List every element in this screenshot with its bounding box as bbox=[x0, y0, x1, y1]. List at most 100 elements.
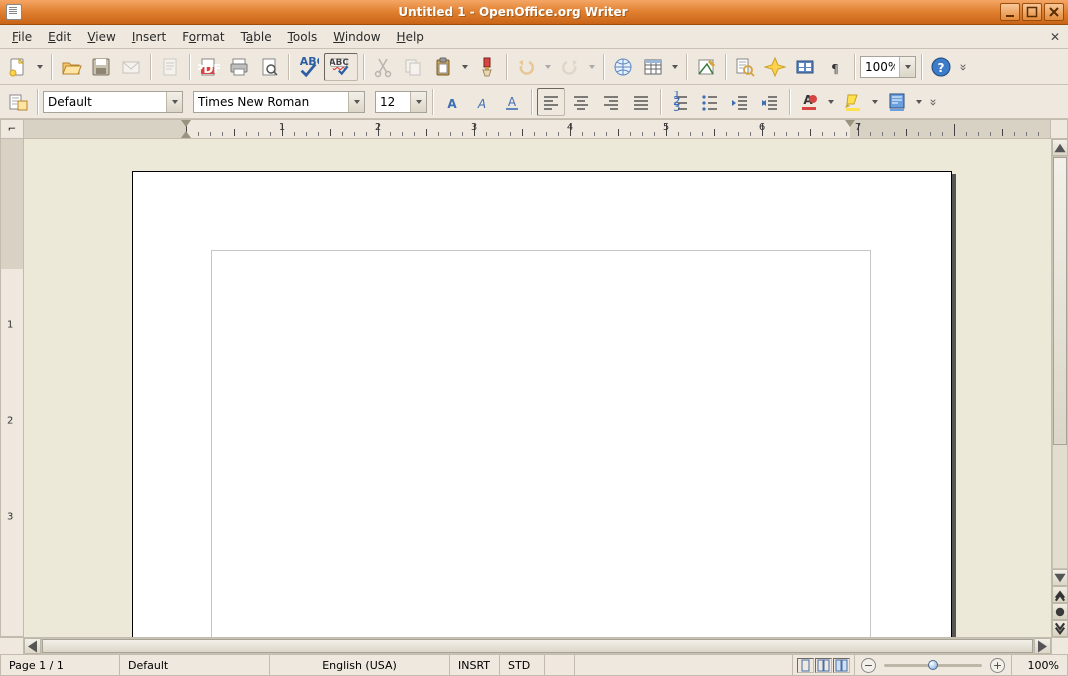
zoom-slider[interactable] bbox=[878, 655, 988, 675]
status-zoom[interactable]: 100% bbox=[1012, 655, 1068, 676]
save-button[interactable] bbox=[87, 53, 115, 81]
styles-button[interactable] bbox=[4, 88, 32, 116]
toolbar-options[interactable] bbox=[957, 53, 969, 81]
vscroll-track[interactable] bbox=[1052, 156, 1068, 569]
bold-button[interactable]: A bbox=[438, 88, 466, 116]
hscroll-thumb[interactable] bbox=[42, 639, 1033, 653]
nonprinting-button[interactable]: ¶ bbox=[821, 53, 849, 81]
menu-edit[interactable]: Edit bbox=[40, 27, 79, 47]
font-color-button[interactable]: A bbox=[795, 88, 823, 116]
hyperlink-button[interactable] bbox=[609, 53, 637, 81]
menu-file[interactable]: File bbox=[4, 27, 40, 47]
status-language[interactable]: English (USA) bbox=[270, 655, 450, 676]
align-justify-button[interactable] bbox=[627, 88, 655, 116]
maximize-button[interactable] bbox=[1022, 3, 1042, 21]
zoom-slider-knob[interactable] bbox=[928, 660, 938, 670]
undo-dropdown[interactable] bbox=[542, 53, 554, 81]
mail-button[interactable] bbox=[117, 53, 145, 81]
status-page[interactable]: Page 1 / 1 bbox=[0, 655, 120, 676]
menu-insert[interactable]: Insert bbox=[124, 27, 174, 47]
menu-table[interactable]: Table bbox=[233, 27, 280, 47]
paste-button[interactable] bbox=[429, 53, 457, 81]
zoom-out-button[interactable]: − bbox=[861, 658, 876, 673]
next-page-button[interactable] bbox=[1052, 620, 1068, 637]
doc-close-icon[interactable]: ✕ bbox=[1046, 30, 1064, 44]
italic-button[interactable]: A bbox=[468, 88, 496, 116]
menu-format[interactable]: Format bbox=[174, 27, 232, 47]
format-toolbar-options[interactable] bbox=[927, 88, 939, 116]
prev-page-button[interactable] bbox=[1052, 586, 1068, 603]
status-modified[interactable] bbox=[545, 655, 575, 676]
cut-button[interactable] bbox=[369, 53, 397, 81]
redo-dropdown[interactable] bbox=[586, 53, 598, 81]
font-color-dropdown[interactable] bbox=[825, 88, 837, 116]
paragraph-style-dropdown[interactable] bbox=[166, 92, 182, 112]
font-name-input[interactable] bbox=[194, 92, 348, 112]
draw-button[interactable] bbox=[692, 53, 720, 81]
vertical-scrollbar[interactable] bbox=[1051, 139, 1068, 637]
zoom-input[interactable] bbox=[861, 57, 899, 77]
document-canvas[interactable] bbox=[24, 139, 1051, 637]
minimize-button[interactable] bbox=[1000, 3, 1020, 21]
bg-color-button[interactable] bbox=[883, 88, 911, 116]
navigator-button[interactable] bbox=[761, 53, 789, 81]
highlight-dropdown[interactable] bbox=[869, 88, 881, 116]
table-button[interactable] bbox=[639, 53, 667, 81]
increase-indent-button[interactable] bbox=[756, 88, 784, 116]
copy-button[interactable] bbox=[399, 53, 427, 81]
status-style[interactable]: Default bbox=[120, 655, 270, 676]
book-view[interactable] bbox=[833, 658, 850, 673]
multi-page-view[interactable] bbox=[815, 658, 832, 673]
close-button[interactable] bbox=[1044, 3, 1064, 21]
horizontal-ruler[interactable]: 1234567 bbox=[24, 119, 1051, 139]
edit-file-button[interactable] bbox=[156, 53, 184, 81]
align-center-button[interactable] bbox=[567, 88, 595, 116]
gallery-button[interactable] bbox=[791, 53, 819, 81]
bullet-list-button[interactable] bbox=[696, 88, 724, 116]
zoom-combo[interactable] bbox=[860, 56, 916, 78]
font-size-dropdown[interactable] bbox=[410, 92, 426, 112]
new-button[interactable] bbox=[4, 53, 32, 81]
spellcheck-button[interactable]: ABC bbox=[294, 53, 322, 81]
font-size-input[interactable] bbox=[376, 92, 410, 112]
scroll-up-button[interactable] bbox=[1052, 139, 1068, 156]
hscroll-track[interactable] bbox=[41, 638, 1034, 654]
menu-tools[interactable]: Tools bbox=[280, 27, 326, 47]
table-dropdown[interactable] bbox=[669, 53, 681, 81]
open-button[interactable] bbox=[57, 53, 85, 81]
vertical-ruler[interactable]: 123 bbox=[0, 139, 24, 637]
scroll-down-button[interactable] bbox=[1052, 569, 1068, 586]
paste-dropdown[interactable] bbox=[459, 53, 471, 81]
preview-button[interactable] bbox=[255, 53, 283, 81]
highlight-button[interactable] bbox=[839, 88, 867, 116]
font-name-dropdown[interactable] bbox=[348, 92, 364, 112]
paragraph-style-combo[interactable] bbox=[43, 91, 183, 113]
scroll-right-button[interactable] bbox=[1034, 638, 1051, 654]
font-name-combo[interactable] bbox=[193, 91, 365, 113]
zoom-dropdown[interactable] bbox=[899, 57, 915, 77]
decrease-indent-button[interactable] bbox=[726, 88, 754, 116]
single-page-view[interactable] bbox=[797, 658, 814, 673]
redo-button[interactable] bbox=[556, 53, 584, 81]
print-button[interactable] bbox=[225, 53, 253, 81]
new-dropdown[interactable] bbox=[34, 53, 46, 81]
menu-window[interactable]: Window bbox=[325, 27, 388, 47]
align-left-button[interactable] bbox=[537, 88, 565, 116]
help-button[interactable]: ? bbox=[927, 53, 955, 81]
underline-button[interactable]: A bbox=[498, 88, 526, 116]
paragraph-style-input[interactable] bbox=[44, 92, 166, 112]
navigation-button[interactable] bbox=[1052, 603, 1068, 620]
vscroll-thumb[interactable] bbox=[1053, 157, 1067, 445]
font-size-combo[interactable] bbox=[375, 91, 427, 113]
undo-button[interactable] bbox=[512, 53, 540, 81]
numbered-list-button[interactable]: 123 bbox=[666, 88, 694, 116]
align-right-button[interactable] bbox=[597, 88, 625, 116]
export-pdf-button[interactable]: PDF bbox=[195, 53, 223, 81]
scroll-left-button[interactable] bbox=[24, 638, 41, 654]
find-button[interactable] bbox=[731, 53, 759, 81]
zoom-in-button[interactable]: + bbox=[990, 658, 1005, 673]
text-area[interactable] bbox=[211, 250, 871, 637]
horizontal-scrollbar[interactable] bbox=[0, 637, 1068, 654]
menu-view[interactable]: View bbox=[79, 27, 123, 47]
format-paintbrush-button[interactable] bbox=[473, 53, 501, 81]
